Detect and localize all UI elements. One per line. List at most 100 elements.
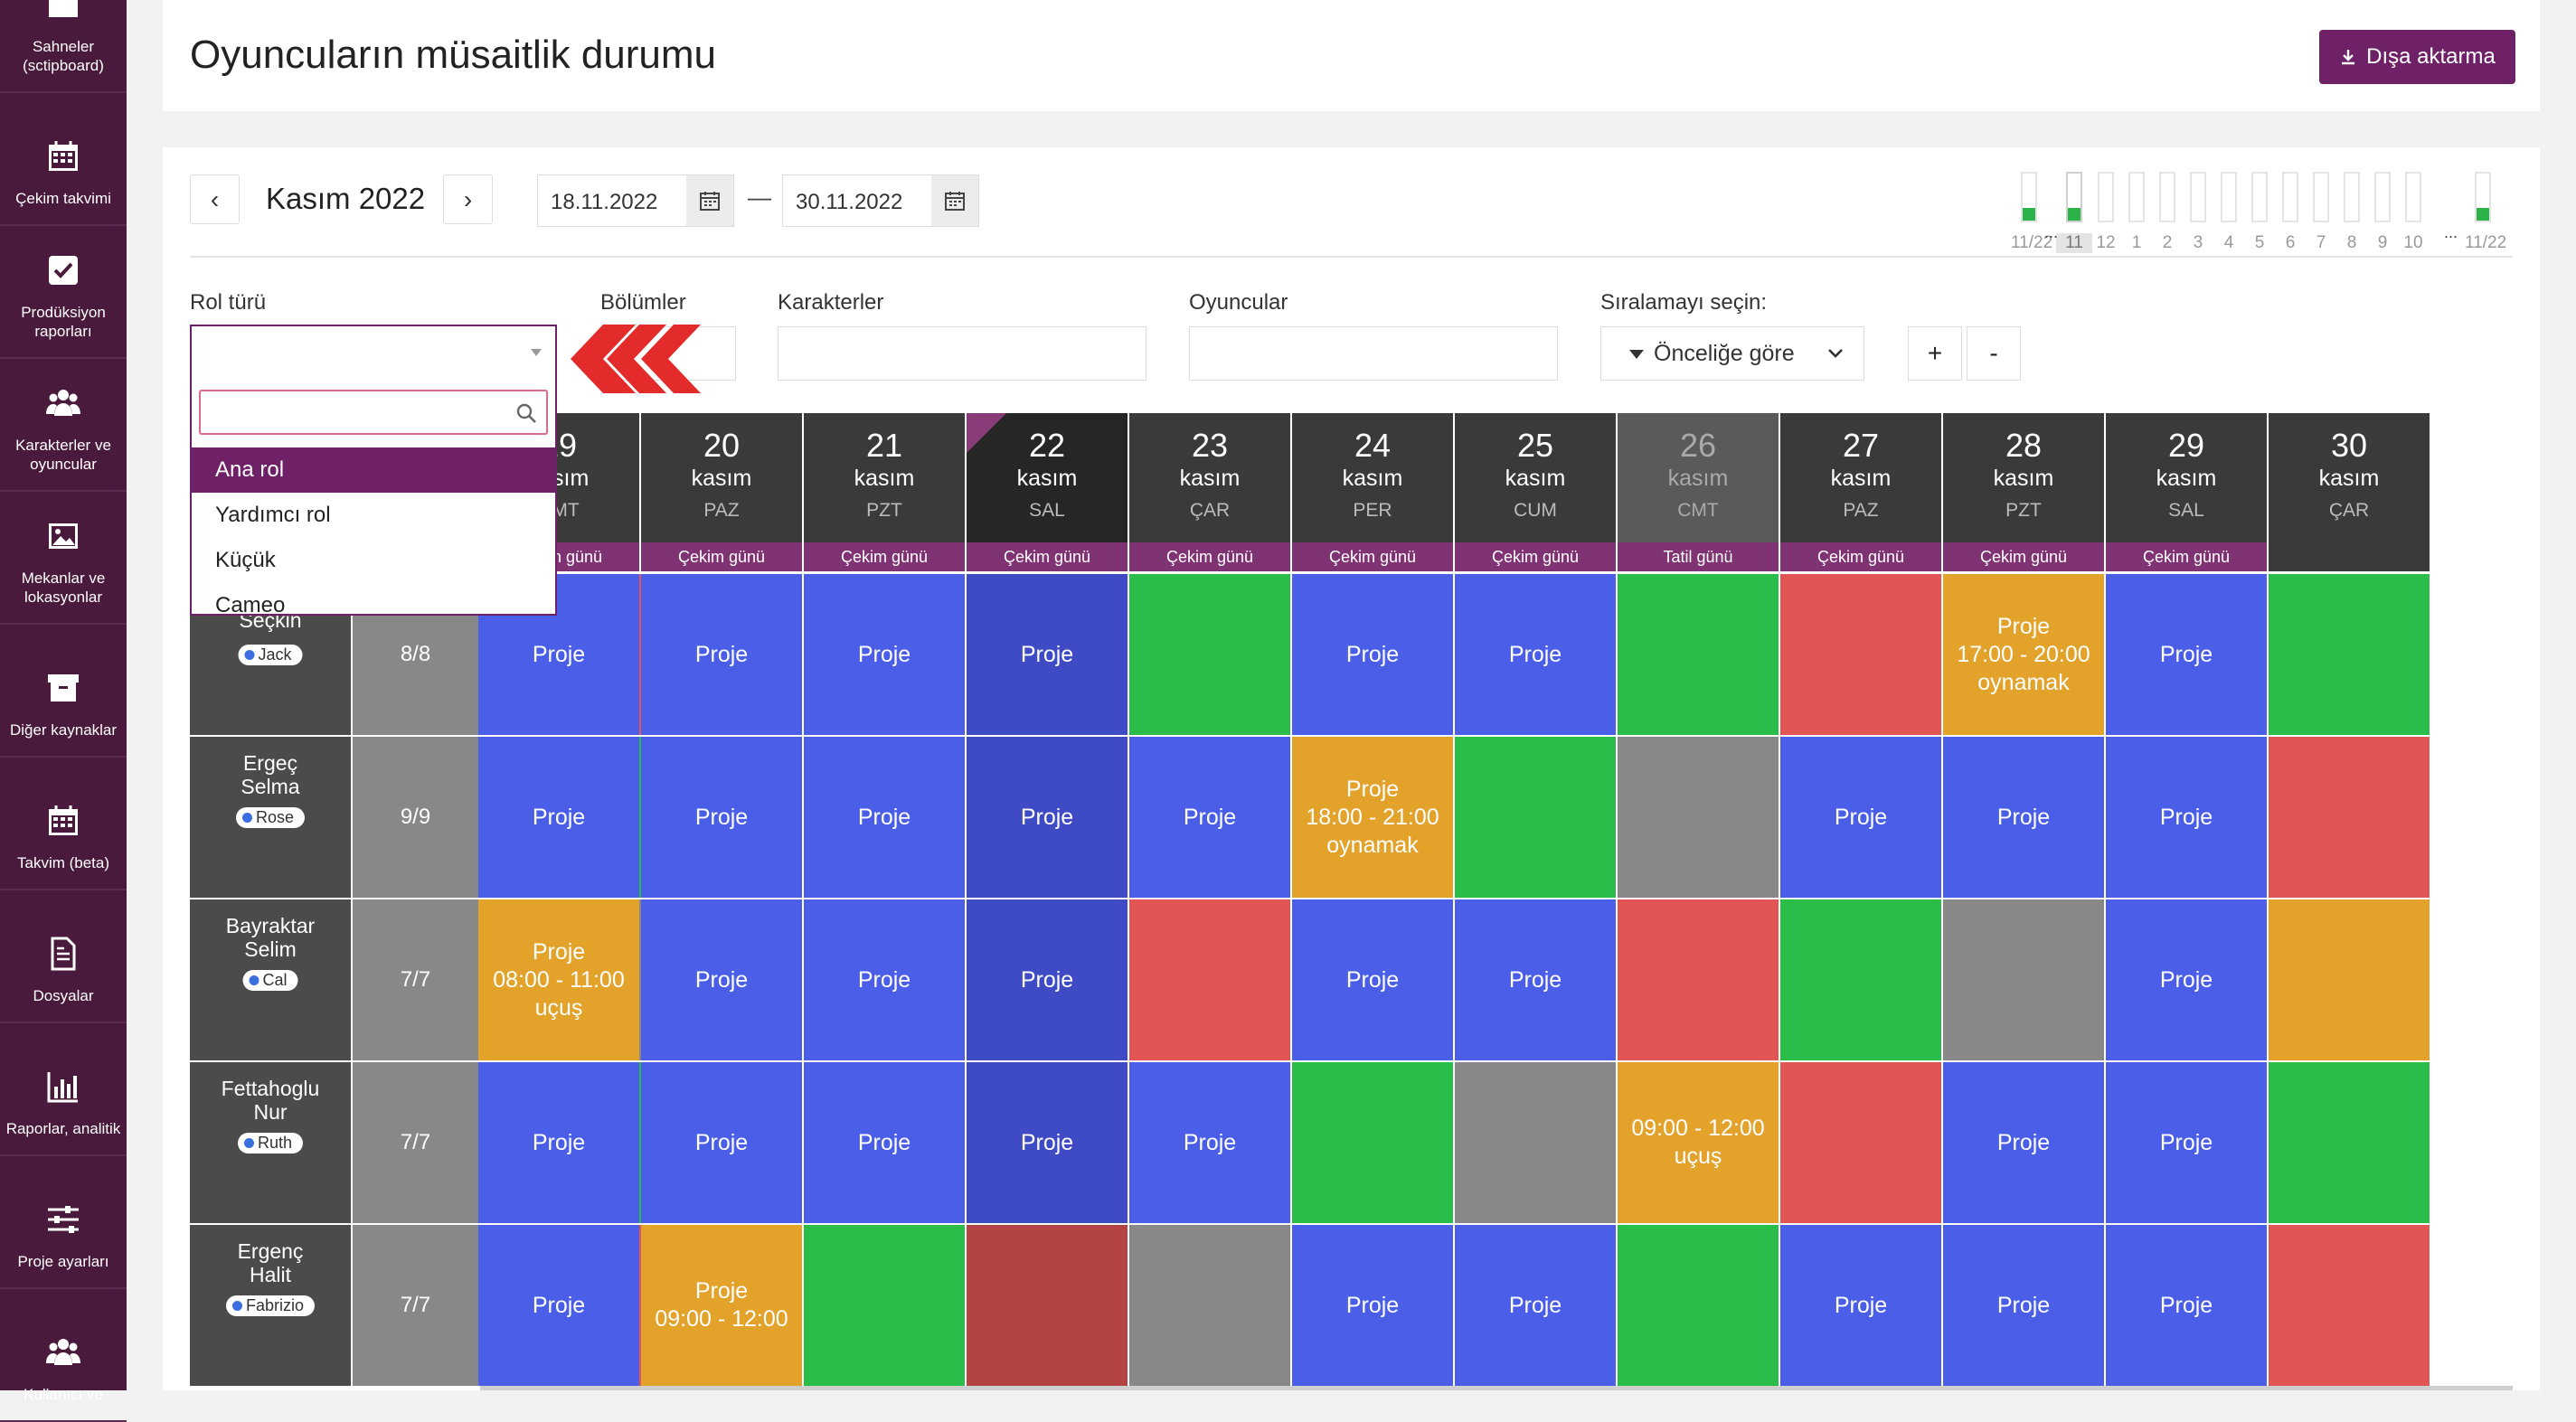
timeline-bar[interactable] bbox=[2282, 172, 2298, 222]
day-header[interactable]: 27 kasım PAZ Çekim günü bbox=[1780, 413, 1941, 571]
availability-cell[interactable]: Proje bbox=[1943, 737, 2104, 898]
availability-cell[interactable]: Proje bbox=[641, 574, 802, 735]
availability-cell[interactable]: Proje bbox=[1780, 737, 1941, 898]
availability-cell[interactable] bbox=[1943, 899, 2104, 1060]
availability-cell[interactable] bbox=[967, 1225, 1128, 1386]
availability-cell[interactable]: Proje bbox=[804, 899, 965, 1060]
availability-cell[interactable] bbox=[2269, 1225, 2430, 1386]
timeline-bar[interactable] bbox=[2190, 172, 2206, 222]
sidebar-item[interactable]: Mekanlar ve lokasyonlar bbox=[0, 492, 127, 625]
day-header[interactable]: 26 kasım CMT Tatil günü bbox=[1618, 413, 1779, 571]
availability-cell[interactable]: Proje bbox=[967, 1062, 1128, 1223]
availability-cell[interactable]: Proje bbox=[2106, 574, 2267, 735]
availability-cell[interactable]: Proje 18:00 - 21:00 oynamak bbox=[1292, 737, 1453, 898]
availability-cell[interactable] bbox=[1780, 574, 1941, 735]
sidebar-item[interactable]: Çekim takvimi bbox=[0, 93, 127, 226]
availability-cell[interactable]: Proje bbox=[1292, 899, 1453, 1060]
actors-input[interactable] bbox=[1189, 326, 1558, 381]
availability-cell[interactable]: Proje bbox=[1292, 1225, 1453, 1386]
timeline-bar[interactable] bbox=[2159, 172, 2175, 222]
availability-cell[interactable] bbox=[1618, 1225, 1779, 1386]
dropdown-option[interactable]: Ana rol bbox=[192, 447, 555, 493]
day-header[interactable]: 20 kasım PAZ Çekim günü bbox=[641, 413, 802, 571]
timeline-bar[interactable] bbox=[2221, 172, 2237, 222]
availability-cell[interactable]: Proje bbox=[1455, 1225, 1616, 1386]
dropdown-search-input[interactable] bbox=[199, 390, 548, 435]
export-button[interactable]: Dışa aktarma bbox=[2319, 30, 2515, 84]
sidebar-item[interactable]: Proje ayarları bbox=[0, 1156, 127, 1289]
availability-cell[interactable]: Proje bbox=[804, 574, 965, 735]
availability-cell[interactable]: Proje bbox=[1780, 1225, 1941, 1386]
actor-cell[interactable]: Ergeç Selma Rose bbox=[190, 737, 351, 898]
availability-cell[interactable] bbox=[1455, 737, 1616, 898]
calendar-icon[interactable] bbox=[931, 175, 978, 226]
availability-cell[interactable] bbox=[1129, 574, 1290, 735]
availability-cell[interactable]: Proje bbox=[967, 574, 1128, 735]
availability-cell[interactable]: Proje bbox=[641, 899, 802, 1060]
availability-cell[interactable]: Proje 17:00 - 20:00 oynamak bbox=[1943, 574, 2104, 735]
timeline-bar[interactable] bbox=[2475, 172, 2491, 222]
availability-cell[interactable]: Proje bbox=[2106, 1062, 2267, 1223]
availability-cell[interactable] bbox=[1780, 899, 1941, 1060]
grid-scrollbar[interactable] bbox=[480, 1386, 2513, 1390]
availability-cell[interactable] bbox=[1455, 1062, 1616, 1223]
availability-cell[interactable]: Proje bbox=[967, 737, 1128, 898]
day-header[interactable]: 24 kasım PER Çekim günü bbox=[1292, 413, 1453, 571]
sidebar-item[interactable]: Sahneler (sctipboard) bbox=[0, 0, 127, 93]
availability-cell[interactable] bbox=[2269, 574, 2430, 735]
timeline-bar[interactable] bbox=[2405, 172, 2421, 222]
timeline-bar[interactable] bbox=[2066, 172, 2082, 222]
availability-cell[interactable] bbox=[1129, 899, 1290, 1060]
day-header[interactable]: 21 kasım PZT Çekim günü bbox=[804, 413, 965, 571]
availability-cell[interactable]: Proje bbox=[478, 1062, 639, 1223]
availability-cell[interactable]: 09:00 - 12:00 uçuş bbox=[1618, 1062, 1779, 1223]
dropdown-option[interactable]: Cameo bbox=[192, 583, 555, 628]
availability-cell[interactable] bbox=[1618, 574, 1779, 735]
availability-cell[interactable]: Proje bbox=[2106, 1225, 2267, 1386]
timeline-bar[interactable] bbox=[2374, 172, 2391, 222]
actor-cell[interactable]: Bayraktar Selim Cal bbox=[190, 899, 351, 1060]
sort-select[interactable]: Önceliğe göre bbox=[1600, 326, 1864, 381]
availability-cell[interactable] bbox=[1129, 1225, 1290, 1386]
availability-cell[interactable]: Proje bbox=[1943, 1225, 2104, 1386]
role-type-select[interactable] bbox=[190, 325, 557, 381]
calendar-icon[interactable] bbox=[686, 175, 733, 226]
availability-cell[interactable] bbox=[2269, 737, 2430, 898]
availability-cell[interactable]: Proje bbox=[967, 899, 1128, 1060]
availability-cell[interactable]: Proje 09:00 - 12:00 bbox=[641, 1225, 802, 1386]
availability-cell[interactable]: Proje bbox=[1129, 1062, 1290, 1223]
characters-input[interactable] bbox=[778, 326, 1146, 381]
timeline-bar[interactable] bbox=[2098, 172, 2114, 222]
availability-cell[interactable]: Proje bbox=[1292, 574, 1453, 735]
availability-cell[interactable] bbox=[2269, 1062, 2430, 1223]
timeline-bar[interactable] bbox=[2021, 172, 2037, 222]
dropdown-option[interactable]: Yardımcı rol bbox=[192, 493, 555, 538]
availability-cell[interactable]: Proje bbox=[804, 737, 965, 898]
availability-cell[interactable]: Proje bbox=[478, 1225, 639, 1386]
sidebar-item[interactable]: Karakterler ve oyuncular bbox=[0, 359, 127, 492]
availability-cell[interactable]: Proje 08:00 - 11:00 uçuş bbox=[478, 899, 639, 1060]
sidebar-item[interactable]: Prodüksiyon raporları bbox=[0, 226, 127, 359]
availability-cell[interactable]: Proje bbox=[2106, 737, 2267, 898]
day-header[interactable]: 30 kasım ÇAR bbox=[2269, 413, 2430, 571]
zoom-in-button[interactable]: + bbox=[1908, 326, 1962, 381]
day-header[interactable]: 29 kasım SAL Çekim günü bbox=[2106, 413, 2267, 571]
mini-timeline[interactable]: 11/22 11 12 1 2 3 4 5 6 7 8 9 10 11/22...... bbox=[2011, 156, 2518, 256]
zoom-out-button[interactable]: - bbox=[1967, 326, 2021, 381]
sidebar-item[interactable]: Dosyalar bbox=[0, 890, 127, 1023]
availability-cell[interactable] bbox=[1780, 1062, 1941, 1223]
actor-cell[interactable]: Ergenç Halit Fabrizio bbox=[190, 1225, 351, 1386]
availability-cell[interactable] bbox=[1618, 899, 1779, 1060]
availability-cell[interactable] bbox=[1292, 1062, 1453, 1223]
timeline-bar[interactable] bbox=[2251, 172, 2268, 222]
timeline-bar[interactable] bbox=[2313, 172, 2329, 222]
date-to-field[interactable]: 30.11.2022 bbox=[782, 174, 979, 227]
availability-cell[interactable]: Proje bbox=[804, 1062, 965, 1223]
availability-cell[interactable]: Proje bbox=[1455, 574, 1616, 735]
availability-cell[interactable]: Proje bbox=[641, 737, 802, 898]
timeline-bar[interactable] bbox=[2128, 172, 2145, 222]
day-header[interactable]: 28 kasım PZT Çekim günü bbox=[1943, 413, 2104, 571]
next-month-button[interactable]: › bbox=[443, 174, 493, 224]
availability-cell[interactable]: Proje bbox=[478, 737, 639, 898]
availability-cell[interactable] bbox=[2269, 899, 2430, 1060]
